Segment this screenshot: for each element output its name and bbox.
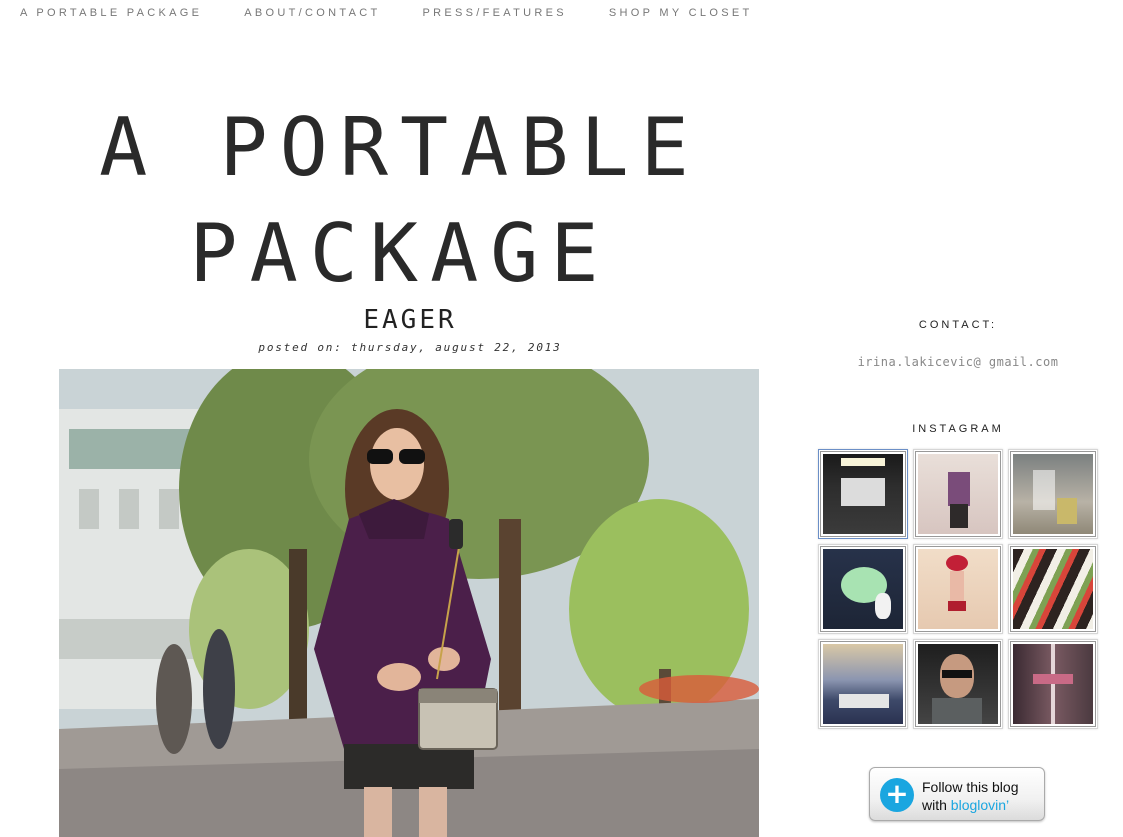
instagram-heading: INSTAGRAM	[912, 423, 1004, 435]
pants	[950, 504, 968, 528]
post-photo-illustration	[59, 369, 759, 837]
woman-red-hat-photo	[915, 546, 1001, 632]
woman-plaid-shirt-photo	[915, 451, 1001, 537]
instagram-grid	[818, 449, 1100, 729]
glasses-on-table-photo	[1010, 451, 1096, 537]
top-navigation: A PORTABLE PACKAGE ABOUT/CONTACT PRESS/F…	[20, 7, 795, 19]
woman-sunglasses-portrait-photo	[915, 641, 1001, 727]
glass	[1033, 470, 1055, 510]
instagram-item[interactable]	[818, 449, 908, 539]
post-date: posted on: thursday, august 22, 2013	[258, 341, 562, 354]
sushi-platter-photo	[1010, 546, 1096, 632]
shirt	[932, 698, 982, 724]
follow-bloglovin-button[interactable]: + Follow this blog with bloglovin’	[869, 767, 1045, 821]
masthead-line-1: A PORTABLE	[99, 101, 701, 194]
figure	[950, 571, 964, 605]
post-title[interactable]: EAGER	[60, 305, 760, 335]
plus-icon: +	[880, 778, 914, 812]
contact-email[interactable]: irina.lakicevic@ gmail.com	[818, 355, 1098, 369]
instagram-item[interactable]	[1008, 449, 1098, 539]
masthead-line-2: PACKAGE	[189, 207, 611, 300]
dark-doorway-photo	[820, 451, 906, 537]
post-photo	[59, 369, 759, 837]
nav-press-features[interactable]: PRESS/FEATURES	[422, 7, 566, 19]
harbor-boats-photo	[820, 641, 906, 727]
follow-with-text: with bloglovin’	[922, 797, 1009, 813]
instagram-item[interactable]	[1008, 544, 1098, 634]
instagram-item[interactable]	[913, 639, 1003, 729]
instagram-item[interactable]	[913, 449, 1003, 539]
bunny-ear	[875, 593, 891, 619]
window-flowers-photo	[1010, 641, 1096, 727]
nav-about-contact[interactable]: ABOUT/CONTACT	[244, 7, 380, 19]
with-prefix: with	[922, 797, 951, 813]
instagram-item[interactable]	[818, 639, 908, 729]
light-strip	[841, 458, 885, 466]
skirt	[948, 601, 966, 611]
red-hat	[946, 555, 968, 571]
follow-text: Follow this blog	[922, 779, 1019, 795]
instagram-item[interactable]	[818, 544, 908, 634]
plush-bunny-photo	[820, 546, 906, 632]
plaid-shirt	[948, 472, 970, 506]
boats	[839, 694, 889, 708]
sign-board	[841, 478, 885, 506]
contact-heading: CONTACT:	[918, 319, 998, 331]
bloglovin-brand: bloglovin’	[950, 797, 1010, 813]
nav-home[interactable]: A PORTABLE PACKAGE	[20, 7, 202, 19]
flowers	[1033, 674, 1073, 684]
nav-shop-my-closet[interactable]: SHOP MY CLOSET	[609, 7, 753, 19]
instagram-item[interactable]	[1008, 639, 1098, 729]
window-frame	[1051, 644, 1055, 724]
cup	[1057, 498, 1077, 524]
instagram-item[interactable]	[913, 544, 1003, 634]
blog-masthead[interactable]: A PORTABLE PACKAGE	[60, 95, 740, 307]
sunglasses	[942, 670, 972, 678]
